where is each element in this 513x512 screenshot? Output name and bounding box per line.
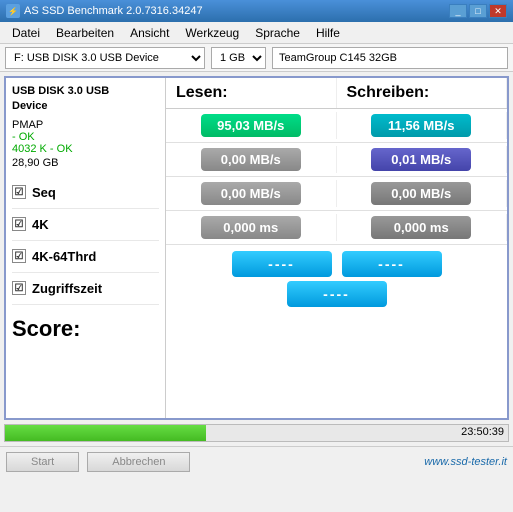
menu-werkzeug[interactable]: Werkzeug [177, 24, 247, 42]
bench-labels: ☑ Seq ☑ 4K ☑ 4K-64Thrd ☑ Zugriffszeit [12, 177, 159, 305]
read-value-4k: 0,00 MB/s [201, 148, 301, 171]
data-rows: 95,03 MB/s 11,56 MB/s 0,00 MB/s 0,01 MB/… [166, 109, 507, 245]
cancel-button[interactable]: Abbrechen [87, 452, 190, 472]
write-cell-seq: 11,56 MB/s [337, 112, 508, 139]
menu-bar: Datei Bearbeiten Ansicht Werkzeug Sprach… [0, 22, 513, 44]
read-cell-seq: 95,03 MB/s [166, 112, 337, 139]
drive-name-input[interactable] [272, 47, 508, 69]
read-value-zugriffszeit: 0,000 ms [201, 216, 301, 239]
menu-bearbeiten[interactable]: Bearbeiten [48, 24, 122, 42]
start-button[interactable]: Start [6, 452, 79, 472]
checkbox-4k64[interactable]: ☑ [12, 249, 26, 263]
checkbox-4k[interactable]: ☑ [12, 217, 26, 231]
size-info: 28,90 GB [12, 157, 159, 169]
progress-area: 23:50:39 [4, 424, 509, 442]
bench-row-zugriffszeit: ☑ Zugriffszeit [12, 273, 159, 305]
device-name-line1: USB DISK 3.0 USB [12, 85, 109, 97]
bench-label-zugriffszeit: Zugriffszeit [32, 281, 102, 296]
data-row-zugriffszeit: 0,000 ms 0,000 ms [166, 211, 507, 245]
score-row-left: Score: [12, 309, 159, 349]
data-row-seq: 95,03 MB/s 11,56 MB/s [166, 109, 507, 143]
read-score-btn: ---- [232, 251, 332, 277]
bench-label-4k: 4K [32, 217, 49, 232]
toolbar: F: USB DISK 3.0 USB Device 1 GB [0, 44, 513, 72]
data-row-4k64: 0,00 MB/s 0,00 MB/s [166, 177, 507, 211]
title-bar-text: AS SSD Benchmark 2.0.7316.34247 [24, 5, 203, 17]
read-value-seq: 95,03 MB/s [201, 114, 301, 137]
read-header: Lesen: [166, 78, 337, 108]
drive-select[interactable]: F: USB DISK 3.0 USB Device [5, 47, 205, 69]
title-bar: ⚡ AS SSD Benchmark 2.0.7316.34247 _ □ ✕ [0, 0, 513, 22]
write-value-4k64: 0,00 MB/s [371, 182, 471, 205]
total-score-btn: ---- [287, 281, 387, 307]
menu-hilfe[interactable]: Hilfe [308, 24, 348, 42]
read-cell-4k: 0,00 MB/s [166, 146, 337, 173]
checkbox-zugriffszeit[interactable]: ☑ [12, 281, 26, 295]
status-ok1: - OK [12, 131, 159, 143]
status-ok2: 4032 K - OK [12, 143, 159, 155]
menu-sprache[interactable]: Sprache [247, 24, 308, 42]
menu-datei[interactable]: Datei [4, 24, 48, 42]
bottom-bar: Start Abbrechen www.ssd-tester.it [0, 446, 513, 476]
window-controls: _ □ ✕ [449, 4, 507, 18]
progress-time: 23:50:39 [461, 426, 504, 438]
write-value-4k: 0,01 MB/s [371, 148, 471, 171]
write-cell-4k: 0,01 MB/s [337, 146, 508, 173]
menu-ansicht[interactable]: Ansicht [122, 24, 177, 42]
progress-fill [5, 425, 206, 441]
bench-row-seq: ☑ Seq [12, 177, 159, 209]
maximize-button[interactable]: □ [469, 4, 487, 18]
write-score-btn: ---- [342, 251, 442, 277]
bench-row-4k64: ☑ 4K-64Thrd [12, 241, 159, 273]
website-link: www.ssd-tester.it [424, 456, 507, 468]
device-name-line2: Device [12, 100, 47, 112]
right-panel: Lesen: Schreiben: 95,03 MB/s 11,56 MB/s [166, 78, 507, 418]
read-cell-zugriffszeit: 0,000 ms [166, 214, 337, 241]
size-select[interactable]: 1 GB [211, 47, 266, 69]
pmap-label: PMAP [12, 119, 159, 131]
bench-label-seq: Seq [32, 185, 56, 200]
write-cell-zugriffszeit: 0,000 ms [337, 214, 508, 241]
read-value-4k64: 0,00 MB/s [201, 182, 301, 205]
bench-label-4k64: 4K-64Thrd [32, 249, 96, 264]
read-cell-4k64: 0,00 MB/s [166, 180, 337, 207]
left-panel: USB DISK 3.0 USB Device PMAP - OK 4032 K… [6, 78, 166, 418]
write-header: Schreiben: [337, 78, 508, 108]
col-headers: Lesen: Schreiben: [166, 78, 507, 109]
close-button[interactable]: ✕ [489, 4, 507, 18]
checkbox-seq[interactable]: ☑ [12, 185, 26, 199]
write-value-seq: 11,56 MB/s [371, 114, 471, 137]
write-value-zugriffszeit: 0,000 ms [371, 216, 471, 239]
data-row-4k: 0,00 MB/s 0,01 MB/s [166, 143, 507, 177]
bench-row-4k: ☑ 4K [12, 209, 159, 241]
score-display: ---- ---- ---- [166, 245, 507, 313]
minimize-button[interactable]: _ [449, 4, 467, 18]
score-top-row: ---- ---- [232, 251, 442, 277]
score-label: Score: [12, 316, 80, 342]
app-icon: ⚡ [6, 4, 20, 18]
write-cell-4k64: 0,00 MB/s [337, 180, 508, 207]
